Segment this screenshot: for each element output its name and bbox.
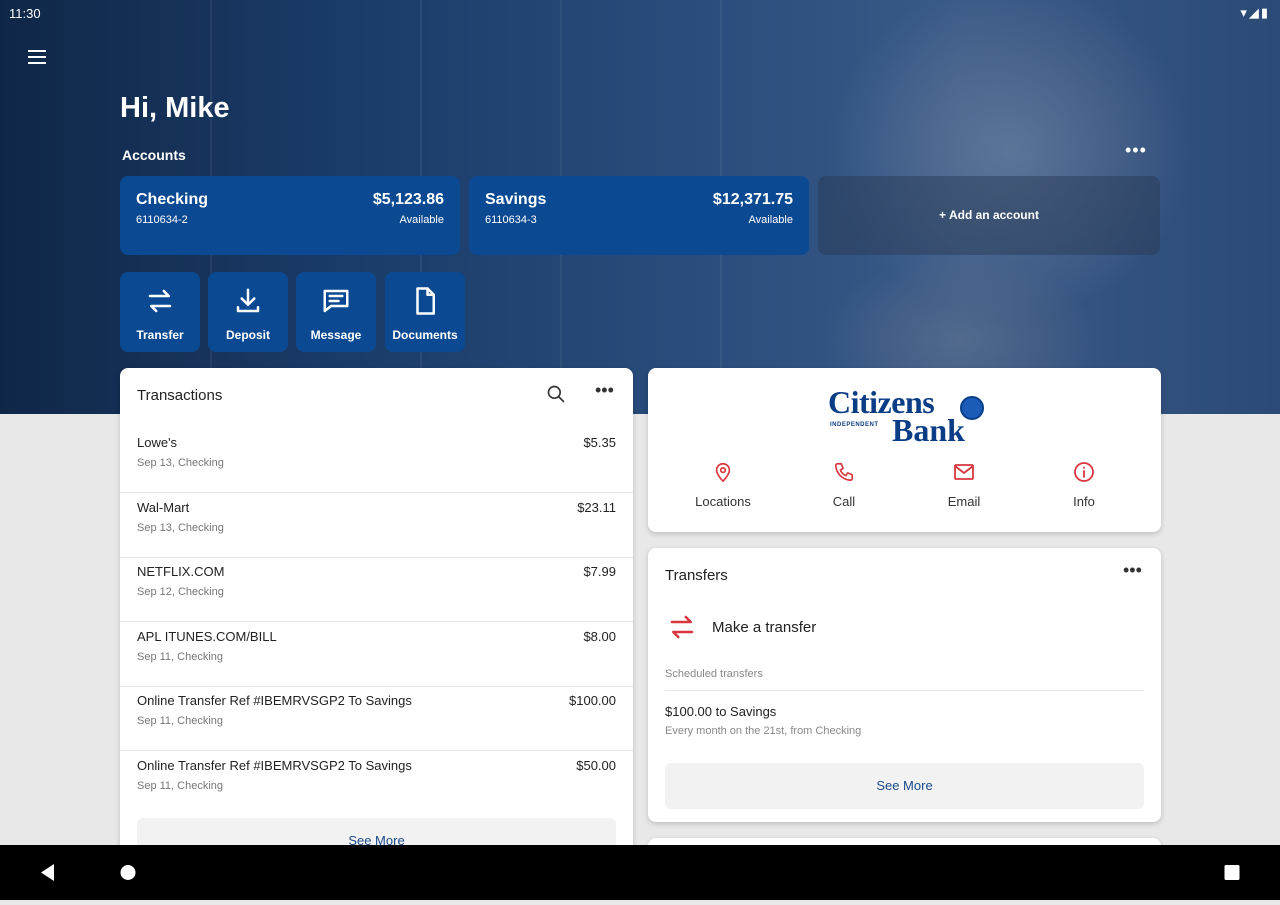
contact-label: Info xyxy=(1073,494,1095,509)
email-icon xyxy=(904,460,1024,488)
scheduled-transfer-subtitle: Every month on the 21st, from Checking xyxy=(665,725,862,737)
logo-word-independent: INDEPENDENT xyxy=(830,422,879,428)
nav-recents-button[interactable] xyxy=(1202,845,1262,900)
transfer-arrows-icon xyxy=(667,612,697,647)
account-number: 6110634-2 xyxy=(136,214,188,226)
transaction-detail: Sep 13, Checking xyxy=(137,457,224,469)
make-transfer-label: Make a transfer xyxy=(712,619,817,636)
scheduled-transfers-label: Scheduled transfers xyxy=(665,668,763,680)
quick-action-label: Transfer xyxy=(136,328,184,342)
bank-logo: Citizens INDEPENDENT Bank xyxy=(828,384,988,448)
contact-info[interactable]: Info xyxy=(1024,460,1144,509)
account-balance-label: Available xyxy=(399,214,444,226)
search-icon[interactable] xyxy=(546,384,566,409)
nav-home-button[interactable] xyxy=(98,845,158,900)
account-balance: $12,371.75 xyxy=(712,191,793,208)
recents-square-icon xyxy=(1224,865,1240,880)
contact-label: Email xyxy=(947,494,981,509)
greeting: Hi, Mike xyxy=(120,92,230,124)
add-account-button[interactable]: + Add an account xyxy=(818,176,1160,255)
transaction-detail: Sep 11, Checking xyxy=(137,651,224,663)
transaction-row[interactable]: Online Transfer Ref #IBEMRVSGP2 To Savin… xyxy=(120,751,633,815)
transaction-amount: $100.00 xyxy=(569,693,616,708)
quick-action-label: Message xyxy=(310,328,362,342)
transaction-amount: $8.00 xyxy=(583,629,616,644)
transaction-amount: $23.11 xyxy=(577,500,616,515)
transfer-icon xyxy=(120,286,200,321)
transaction-row[interactable]: Wal-Mart Sep 13, Checking $23.11 xyxy=(120,493,633,558)
transfers-title: Transfers xyxy=(665,567,728,584)
home-circle-icon xyxy=(120,865,136,880)
transaction-amount: $5.35 xyxy=(583,435,616,450)
contact-label: Locations xyxy=(695,494,751,509)
transfers-card: Transfers ••• Make a transfer Scheduled … xyxy=(648,548,1161,822)
account-card-savings[interactable]: Savings 6110634-3 $12,371.75 Available xyxy=(469,176,809,255)
quick-action-message[interactable]: Message xyxy=(296,272,376,352)
transaction-row[interactable]: NETFLIX.COM Sep 12, Checking $7.99 xyxy=(120,557,633,622)
account-name: Savings xyxy=(485,191,547,208)
scheduled-transfer-title: $100.00 to Savings xyxy=(665,704,777,719)
contact-locations[interactable]: Locations xyxy=(663,460,783,509)
transaction-row[interactable]: Online Transfer Ref #IBEMRVSGP2 To Savin… xyxy=(120,686,633,751)
message-icon xyxy=(296,286,376,321)
menu-button[interactable] xyxy=(24,44,50,70)
document-icon xyxy=(385,286,465,321)
transfers-see-more-button[interactable]: See More xyxy=(665,763,1144,809)
transaction-row[interactable]: Lowe's Sep 13, Checking $5.35 xyxy=(120,428,633,493)
transaction-row[interactable]: APL ITUNES.COM/BILL Sep 11, Checking $8.… xyxy=(120,622,633,687)
contact-label: Call xyxy=(832,494,856,509)
accounts-more-button[interactable]: ••• xyxy=(1125,140,1147,161)
transaction-merchant: Lowe's xyxy=(137,435,178,450)
transaction-detail: Sep 13, Checking xyxy=(137,522,224,534)
transaction-detail: Sep 12, Checking xyxy=(137,586,224,598)
info-icon xyxy=(1024,460,1144,488)
quick-action-deposit[interactable]: Deposit xyxy=(208,272,288,352)
transfers-more-button[interactable]: ••• xyxy=(1123,560,1142,581)
transaction-amount: $7.99 xyxy=(583,564,616,579)
quick-action-documents[interactable]: Documents xyxy=(385,272,465,352)
quick-action-transfer[interactable]: Transfer xyxy=(120,272,200,352)
account-name: Checking xyxy=(136,191,209,208)
transaction-merchant: APL ITUNES.COM/BILL xyxy=(137,629,277,644)
accounts-label: Accounts xyxy=(122,147,186,163)
hamburger-icon xyxy=(28,50,46,52)
phone-icon xyxy=(784,460,904,488)
transactions-more-button[interactable]: ••• xyxy=(595,380,614,401)
status-time: 11:30 xyxy=(9,6,41,21)
contact-email[interactable]: Email xyxy=(904,460,1024,509)
transaction-detail: Sep 11, Checking xyxy=(137,780,224,792)
deposit-icon xyxy=(208,286,288,321)
transactions-title: Transactions xyxy=(137,387,223,404)
transaction-merchant: NETFLIX.COM xyxy=(137,564,225,579)
quick-action-label: Deposit xyxy=(225,328,270,342)
bank-info-card: Citizens INDEPENDENT Bank Locations Call… xyxy=(648,368,1161,532)
transaction-merchant: Wal-Mart xyxy=(137,500,190,515)
account-card-checking[interactable]: Checking 6110634-2 $5,123.86 Available xyxy=(120,176,460,255)
transaction-detail: Sep 11, Checking xyxy=(137,715,224,727)
account-balance: $5,123.86 xyxy=(372,191,444,208)
transaction-merchant: Online Transfer Ref #IBEMRVSGP2 To Savin… xyxy=(137,758,412,773)
nav-back-button[interactable] xyxy=(18,845,78,900)
account-balance-label: Available xyxy=(748,214,793,226)
scheduled-transfer-item[interactable]: $100.00 to Savings Every month on the 21… xyxy=(665,704,861,737)
logo-word-bank: Bank xyxy=(892,412,965,448)
transaction-merchant: Online Transfer Ref #IBEMRVSGP2 To Savin… xyxy=(137,693,412,708)
account-number: 6110634-3 xyxy=(485,214,537,226)
quick-action-label: Documents xyxy=(392,328,458,342)
status-bar: 11:30 ▾◢▮ xyxy=(0,0,1280,26)
transactions-card: Transactions ••• Lowe's Sep 13, Checking… xyxy=(120,368,633,868)
contact-call[interactable]: Call xyxy=(784,460,904,509)
divider xyxy=(665,690,1144,691)
location-pin-icon xyxy=(663,460,783,488)
system-navigation-bar xyxy=(0,845,1280,900)
back-triangle-icon xyxy=(41,864,54,881)
make-transfer-button[interactable]: Make a transfer xyxy=(665,608,1145,650)
transaction-amount: $50.00 xyxy=(576,758,616,773)
status-icons: ▾◢▮ xyxy=(1240,5,1270,20)
